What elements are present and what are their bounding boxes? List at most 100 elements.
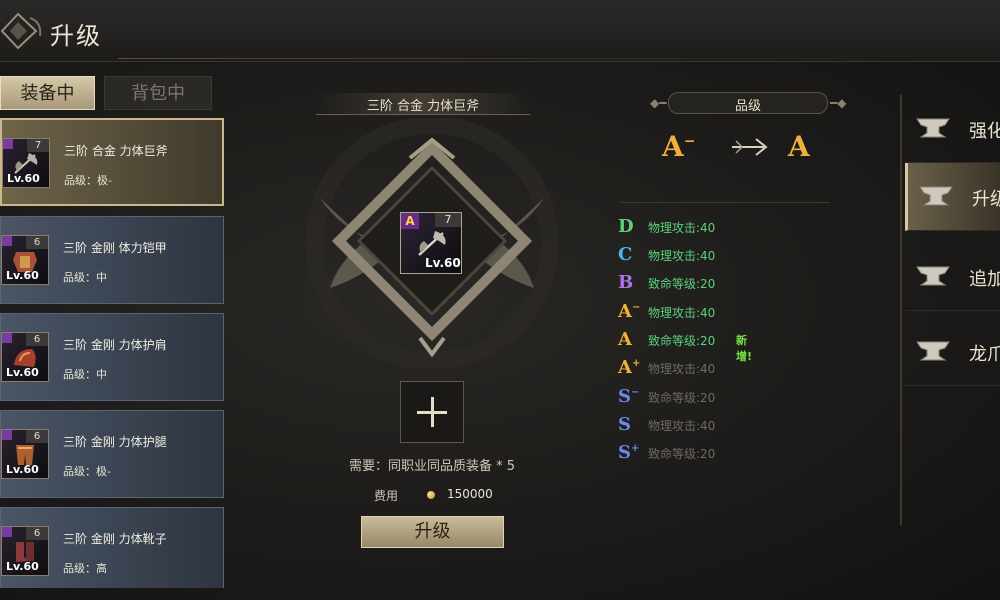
attribute-text: 物理攻击:40: [648, 306, 716, 320]
item-icon: 6 Lv.60: [1, 526, 49, 576]
grade-letter: A+: [618, 357, 642, 378]
item-level: Lv.60: [6, 463, 39, 476]
grade-suffix: −: [631, 302, 641, 313]
grade-letter-text: C: [618, 244, 633, 265]
anvil-icon: [916, 118, 950, 138]
attribute-text: 致命等级:20: [648, 447, 716, 461]
grade-divider: [620, 202, 830, 203]
plus-icon-vertical: [431, 397, 434, 427]
grade-suffix: +: [631, 443, 640, 454]
grade-letter-text: A: [618, 301, 632, 322]
grade-suffix: +: [631, 358, 641, 369]
nav-label: 强化: [969, 121, 1000, 142]
attribute-text: 物理攻击:40: [648, 362, 716, 376]
slot-count: 7: [435, 213, 461, 227]
list-item[interactable]: 6 Lv.60 三阶 金刚 力体靴子 品级：高: [0, 507, 224, 588]
item-name: 三阶 金刚 力体护肩: [63, 338, 167, 352]
grade-letter: A: [618, 329, 642, 350]
grade-suffix: −: [631, 387, 640, 398]
ornament-right-icon: ━◆: [830, 96, 847, 110]
nav-item[interactable]: 升级: [905, 163, 1000, 231]
title-bar: 升级: [0, 0, 1000, 62]
page-title: 升级: [50, 22, 102, 50]
item-quality: 品级：中: [63, 368, 107, 381]
item-name: 三阶 金刚 力体靴子: [63, 532, 167, 546]
title-divider: [118, 58, 878, 59]
item-quality: 品级：极-: [63, 465, 111, 478]
item-name: 三阶 金刚 力体护腿: [63, 435, 167, 449]
grade-letter: S−: [618, 386, 642, 407]
slot-grade-badge: A: [401, 213, 419, 229]
item-quality: 品级：极-: [64, 174, 112, 187]
attribute-text: 物理攻击:40: [648, 249, 716, 263]
item-name: 三阶 金刚 体力铠甲: [63, 241, 167, 255]
grade-letter: C: [618, 244, 642, 265]
list-item[interactable]: 6 Lv.60 三阶 金刚 力体护腿 品级：极-: [0, 410, 224, 498]
grade-corner: [2, 527, 12, 537]
tab-backpack[interactable]: 背包中: [104, 76, 212, 110]
item-icon: 6 Lv.60: [1, 235, 49, 285]
equipment-list[interactable]: 7 Lv.60 三阶 合金 力体巨斧 品级：极- 6 Lv.60 三阶 金刚 体…: [0, 118, 226, 588]
grade-letter: B: [618, 272, 642, 293]
requirement-text: 需要：同职业同品质装备 * 5: [348, 459, 516, 474]
new-tag: 新增!: [736, 334, 753, 363]
nav-divider: [900, 95, 902, 525]
item-level: Lv.60: [6, 366, 39, 379]
item-icon: 7 Lv.60: [2, 138, 50, 188]
attribute-text: 致命等级:20: [648, 391, 716, 405]
add-material-button[interactable]: [400, 381, 464, 443]
grade-corner: [2, 236, 12, 246]
anvil-icon: [916, 341, 950, 361]
current-grade: A−: [662, 130, 695, 163]
coin-icon: [427, 491, 435, 499]
arrow-right-icon: [732, 138, 768, 156]
nav-item[interactable]: 强化: [905, 95, 1000, 163]
item-name: 三阶 合金 力体巨斧: [64, 144, 168, 158]
nav-label: 升级: [972, 189, 1000, 210]
current-grade-suffix: −: [683, 133, 696, 150]
ornament-left-icon: ◆━: [650, 96, 667, 110]
grade-letter-text: D: [618, 216, 634, 237]
grade-letter-text: A: [618, 329, 632, 350]
grade-letter-text: B: [618, 272, 634, 293]
item-quality: 品级：中: [63, 271, 107, 284]
grade-letter: S+: [618, 442, 642, 463]
attribute-text: 物理攻击:40: [648, 419, 716, 433]
grade-letter-text: S: [618, 386, 631, 407]
nav-label: 龙爪: [969, 344, 1000, 365]
current-grade-letter: A: [662, 130, 684, 163]
grade-letter-text: A: [618, 357, 632, 378]
selected-item-title: 三阶 合金 力体巨斧: [366, 99, 480, 114]
grade-corner: [3, 139, 13, 149]
equipment-slot[interactable]: A 7 Lv.60: [400, 212, 462, 274]
upgrade-button[interactable]: 升级: [361, 516, 504, 548]
item-quality: 品级：高: [63, 562, 107, 575]
item-level: Lv.60: [6, 560, 39, 573]
nav-item[interactable]: 龙爪: [905, 318, 1000, 386]
slot-level: Lv.60: [425, 256, 461, 270]
anvil-icon: [916, 266, 950, 286]
attribute-text: 致命等级:20: [648, 277, 716, 291]
emblem-icon: [0, 12, 42, 50]
cost-value: 150000: [447, 487, 493, 501]
item-icon: 6 Lv.60: [1, 429, 49, 479]
grade-header: 品级: [734, 99, 761, 114]
nav-label: 追加: [969, 269, 1000, 290]
axe-icon: [418, 231, 446, 256]
attribute-text: 物理攻击:40: [648, 221, 716, 235]
item-icon: 6 Lv.60: [1, 332, 49, 382]
list-item[interactable]: 7 Lv.60 三阶 合金 力体巨斧 品级：极-: [0, 118, 224, 206]
grade-letter-text: S: [618, 442, 631, 463]
anvil-icon: [919, 186, 953, 206]
grade-corner: [2, 333, 12, 343]
nav-item[interactable]: 追加: [905, 243, 1000, 311]
game-window: 升级 装备中 背包中 7 Lv.60 三阶 合金 力体巨斧 品级：极- 6 Lv…: [0, 0, 1000, 600]
list-item[interactable]: 6 Lv.60 三阶 金刚 体力铠甲 品级：中: [0, 216, 224, 304]
grade-letter: A−: [618, 301, 642, 322]
list-item[interactable]: 6 Lv.60 三阶 金刚 力体护肩 品级：中: [0, 313, 224, 401]
item-level: Lv.60: [7, 172, 40, 185]
attribute-text: 致命等级:20: [648, 334, 716, 348]
tab-equipped[interactable]: 装备中: [0, 76, 95, 110]
grade-letter: S: [618, 414, 642, 435]
grade-corner: [2, 430, 12, 440]
